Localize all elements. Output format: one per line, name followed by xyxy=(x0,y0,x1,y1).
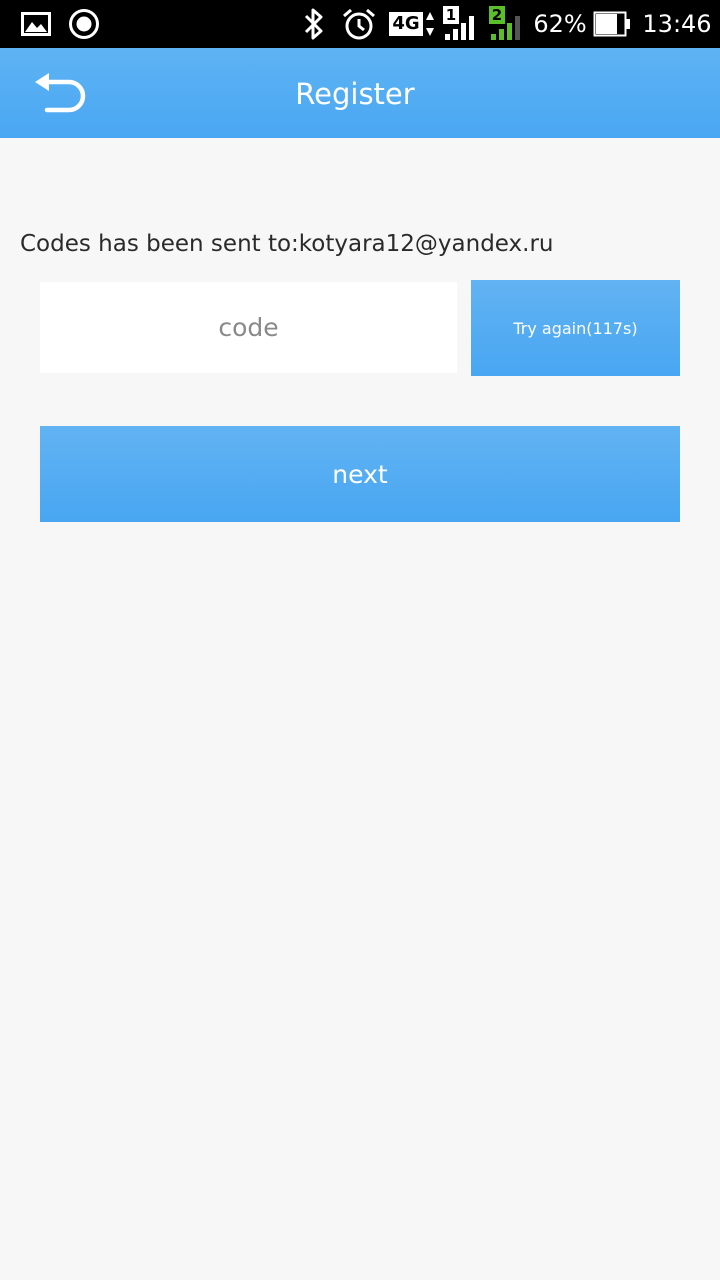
sim1-label: 1 xyxy=(443,6,459,24)
status-bar: 4G 1 2 62% 13:46 xyxy=(0,0,720,48)
battery-icon xyxy=(592,0,632,48)
clock: 13:46 xyxy=(642,10,712,38)
record-icon xyxy=(66,0,102,48)
app-bar: Register xyxy=(0,48,720,138)
next-button[interactable]: next xyxy=(40,426,680,522)
code-input[interactable] xyxy=(40,282,457,373)
code-sent-message: Codes has been sent to:kotyara12@yandex.… xyxy=(20,231,554,257)
battery-percent: 62% xyxy=(533,10,587,38)
signal-sim1-icon: 1 xyxy=(442,0,480,48)
back-arrow-icon xyxy=(35,73,86,113)
page-title: Register xyxy=(295,77,415,111)
alarm-icon xyxy=(340,0,378,48)
bluetooth-icon xyxy=(300,0,328,48)
signal-sim2-icon: 2 xyxy=(488,0,526,48)
back-button[interactable] xyxy=(26,66,96,120)
try-again-button[interactable]: Try again(117s) xyxy=(471,280,680,376)
sim2-label: 2 xyxy=(489,6,505,24)
network-type: 4G xyxy=(389,12,423,36)
image-icon xyxy=(18,0,54,48)
4g-icon: 4G xyxy=(388,0,436,48)
